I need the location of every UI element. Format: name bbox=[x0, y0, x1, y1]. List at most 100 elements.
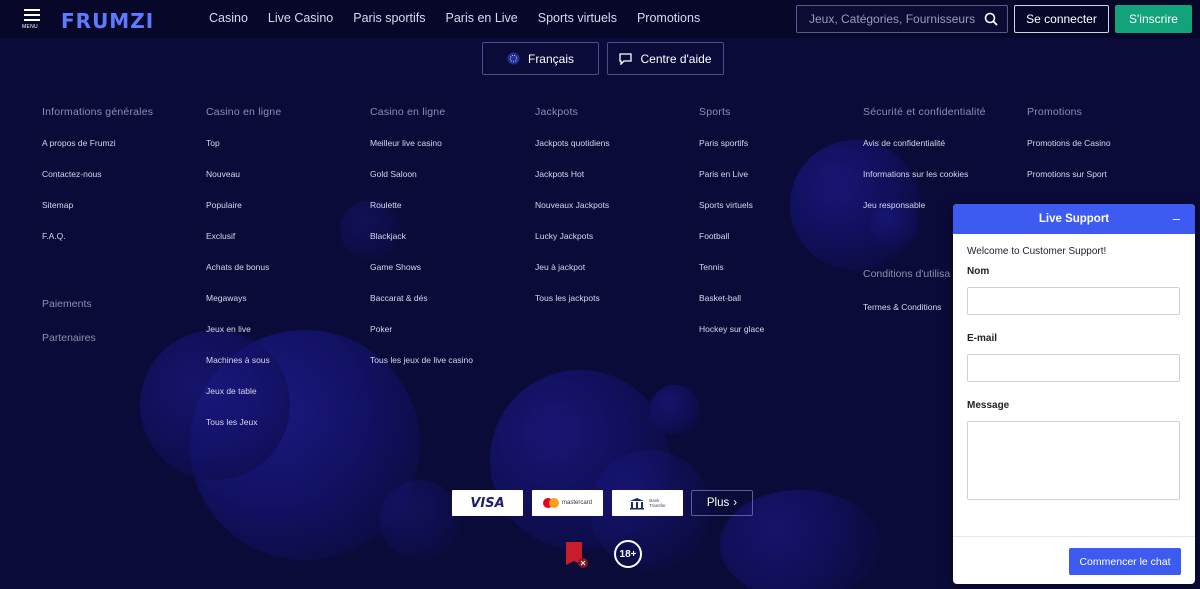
bank-line-2: Transfer bbox=[649, 503, 666, 508]
partners-section-heading[interactable]: Partenaires bbox=[42, 332, 96, 344]
mastercard-text: mastercard bbox=[561, 500, 592, 506]
footer-link[interactable]: Jeux de table bbox=[206, 385, 281, 416]
footer-link[interactable]: Poker bbox=[370, 323, 473, 354]
email-field[interactable] bbox=[967, 354, 1180, 382]
mastercard-mark: mastercard bbox=[542, 498, 592, 508]
footer-link[interactable]: Game Shows bbox=[370, 261, 473, 292]
footer-link[interactable]: Lucky Jackpots bbox=[535, 230, 610, 261]
chat-header: Live Support – bbox=[953, 204, 1195, 234]
hamburger-icon bbox=[24, 9, 40, 11]
footer-link[interactable]: Informations sur les cookies bbox=[863, 168, 986, 199]
footer-link[interactable]: Avis de confidentialité bbox=[863, 137, 986, 168]
footer-link[interactable]: Promotions de Casino bbox=[1027, 137, 1111, 168]
footer-link[interactable]: Sports virtuels bbox=[699, 199, 764, 230]
column-title: Jackpots bbox=[535, 106, 579, 118]
footer-link[interactable]: Top bbox=[206, 137, 281, 168]
chat-bubble-icon bbox=[619, 52, 633, 65]
footer-link[interactable]: Jackpots Hot bbox=[535, 168, 610, 199]
email-label: E-mail bbox=[967, 333, 998, 344]
language-button[interactable]: Français bbox=[482, 42, 599, 75]
column-title: Promotions bbox=[1027, 106, 1083, 118]
frumzi-logo[interactable]: FRUMZI bbox=[61, 9, 154, 33]
flag-icon bbox=[507, 52, 520, 65]
terms-conditions-link[interactable]: Termes & Conditions bbox=[863, 302, 941, 312]
responsible-gaming-icon[interactable] bbox=[565, 541, 589, 569]
footer-link[interactable]: Megaways bbox=[206, 292, 281, 323]
footer-link[interactable]: Blackjack bbox=[370, 230, 473, 261]
menu-button[interactable]: MENU bbox=[22, 9, 44, 31]
footer-link[interactable]: Roulette bbox=[370, 199, 473, 230]
footer-column-live-casino: Casino en ligne Meilleur live casino Gol… bbox=[370, 106, 473, 385]
footer-link[interactable]: Jackpots quotidiens bbox=[535, 137, 610, 168]
footer-link[interactable]: Meilleur live casino bbox=[370, 137, 473, 168]
column-title: Casino en ligne bbox=[206, 106, 282, 118]
footer-column-jackpots: Jackpots Jackpots quotidiens Jackpots Ho… bbox=[535, 106, 610, 323]
footer-link[interactable]: Football bbox=[699, 230, 764, 261]
more-payments-button[interactable]: Plus › bbox=[691, 490, 753, 516]
conditions-section-heading: Conditions d'utilisa bbox=[863, 268, 951, 280]
footer-link[interactable]: Sitemap bbox=[42, 199, 153, 230]
footer-link[interactable]: F.A.Q. bbox=[42, 230, 153, 261]
age-restriction-badge: 18+ bbox=[614, 540, 642, 568]
message-label: Message bbox=[967, 400, 1010, 411]
footer-link[interactable]: Machines à sous bbox=[206, 354, 281, 385]
column-title: Sports bbox=[699, 106, 731, 118]
footer-link[interactable]: Tennis bbox=[699, 261, 764, 292]
footer-column-promotions: Promotions Promotions de Casino Promotio… bbox=[1027, 106, 1111, 199]
nav-paris-en-live[interactable]: Paris en Live bbox=[446, 11, 518, 25]
footer-link[interactable]: Gold Saloon bbox=[370, 168, 473, 199]
footer-link[interactable]: Paris sportifs bbox=[699, 137, 764, 168]
help-center-button[interactable]: Centre d'aide bbox=[607, 42, 724, 75]
bank-icon bbox=[630, 497, 645, 509]
chat-title: Live Support bbox=[1038, 213, 1110, 225]
footer-link[interactable]: Contactez-nous bbox=[42, 168, 153, 199]
footer-link[interactable]: Tous les Jeux bbox=[206, 416, 281, 447]
nav-promotions[interactable]: Promotions bbox=[637, 11, 700, 25]
language-label: Français bbox=[527, 51, 574, 66]
logo-text: FRUMZI bbox=[61, 9, 155, 33]
message-field[interactable] bbox=[967, 421, 1180, 500]
signup-button[interactable]: S'inscrire bbox=[1115, 5, 1192, 33]
search-icon[interactable] bbox=[984, 12, 998, 26]
footer-link[interactable]: Jeux en live bbox=[206, 323, 281, 354]
login-button[interactable]: Se connecter bbox=[1014, 5, 1109, 33]
start-chat-button[interactable]: Commencer le chat bbox=[1069, 548, 1181, 575]
footer-link[interactable]: Nouveaux Jackpots bbox=[535, 199, 610, 230]
search-input[interactable] bbox=[809, 12, 979, 26]
nav-sports-virtuels[interactable]: Sports virtuels bbox=[538, 11, 617, 25]
column-title: Informations générales bbox=[42, 106, 154, 118]
footer-link[interactable]: Achats de bonus bbox=[206, 261, 281, 292]
name-label: Nom bbox=[967, 266, 990, 277]
footer-link[interactable]: Paris en Live bbox=[699, 168, 764, 199]
name-field[interactable] bbox=[967, 287, 1180, 315]
chat-form: Welcome to Customer Support! Nom E-mail … bbox=[953, 234, 1195, 500]
footer-link[interactable]: Hockey sur glace bbox=[699, 323, 764, 354]
nav-casino[interactable]: Casino bbox=[209, 11, 248, 25]
bank-transfer-mark: Bank Transfer bbox=[629, 497, 666, 510]
nav-paris-sportifs[interactable]: Paris sportifs bbox=[353, 11, 425, 25]
footer-link[interactable]: Baccarat & dés bbox=[370, 292, 473, 323]
footer-link[interactable]: A propos de Frumzi bbox=[42, 137, 153, 168]
footer-link[interactable]: Basket-ball bbox=[699, 292, 764, 323]
footer-column-sports: Sports Paris sportifs Paris en Live Spor… bbox=[699, 106, 764, 354]
live-support-widget: Live Support – Welcome to Customer Suppo… bbox=[953, 204, 1195, 584]
footer-link[interactable]: Tous les jackpots bbox=[535, 292, 610, 323]
footer-link[interactable]: Jeu à jackpot bbox=[535, 261, 610, 292]
footer-link[interactable]: Promotions sur Sport bbox=[1027, 168, 1111, 199]
chevron-right-icon: › bbox=[733, 497, 738, 509]
column-title: Sécurité et confidentialité bbox=[863, 106, 986, 118]
search-box bbox=[796, 5, 1008, 33]
mastercard-circle-icon bbox=[548, 498, 559, 508]
footer-link[interactable]: Populaire bbox=[206, 199, 281, 230]
payments-section-heading[interactable]: Paiements bbox=[42, 298, 92, 310]
footer-link[interactable]: Exclusif bbox=[206, 230, 281, 261]
footer-link[interactable]: Tous les jeux de live casino bbox=[370, 354, 473, 385]
top-navbar: MENU FRUMZI Casino Live Casino Paris spo… bbox=[0, 0, 1200, 38]
more-label: Plus bbox=[706, 497, 730, 509]
bank-transfer-text: Bank Transfer bbox=[649, 498, 666, 508]
minimize-icon[interactable]: – bbox=[1173, 211, 1180, 226]
chat-footer: Commencer le chat bbox=[953, 536, 1195, 584]
footer-link[interactable]: Nouveau bbox=[206, 168, 281, 199]
nav-live-casino[interactable]: Live Casino bbox=[268, 11, 333, 25]
main-nav: Casino Live Casino Paris sportifs Paris … bbox=[209, 11, 720, 25]
